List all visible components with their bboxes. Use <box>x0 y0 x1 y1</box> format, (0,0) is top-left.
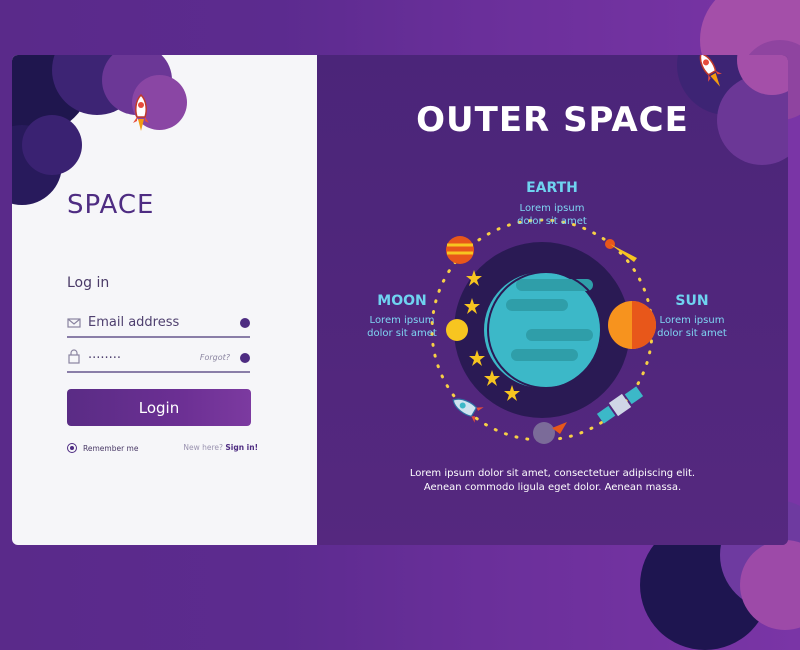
footer-line2: Aenean commodo ligula eget dolor. Aenean… <box>423 482 682 493</box>
email-check-icon <box>240 318 250 328</box>
email-field[interactable]: Email address <box>67 312 250 338</box>
sign-in-prompt: New here? Sign in! <box>183 443 258 452</box>
earth-desc-line2: dolor sit amet <box>517 216 587 227</box>
password-field[interactable]: ........ Forgot? <box>67 347 250 373</box>
space-title: OUTER SPACE <box>416 100 689 140</box>
earth-description: Lorem ipsum dolor sit amet <box>492 202 612 228</box>
login-button[interactable]: Login <box>67 389 251 426</box>
mail-icon <box>67 318 81 328</box>
moon-desc-line1: Lorem ipsum <box>369 315 435 326</box>
footer-line1: Lorem ipsum dolor sit amet, consectetuer… <box>409 468 696 479</box>
lock-icon <box>68 349 80 364</box>
earth-label: EARTH <box>526 180 578 196</box>
app-title: SPACE <box>67 190 155 220</box>
earth-desc-line1: Lorem ipsum <box>519 203 585 214</box>
space-footer-text: Lorem ipsum dolor sit amet, consectetuer… <box>317 467 788 495</box>
space-panel: OUTER SPACE EARTH Lorem ipsum dolor sit … <box>317 55 788 545</box>
moon-label: MOON <box>377 293 427 309</box>
login-panel: SPACE Log in Email address ........ Forg… <box>12 55 317 545</box>
moon-desc-line2: dolor sit amet <box>367 328 437 339</box>
login-heading: Log in <box>67 275 110 291</box>
sign-in-link[interactable]: Sign in! <box>225 443 258 452</box>
sun-desc-line2: dolor sit amet <box>657 328 727 339</box>
remember-me-toggle[interactable]: Remember me <box>67 443 138 453</box>
sun-desc-line1: Lorem ipsum <box>659 315 725 326</box>
main-card: SPACE Log in Email address ........ Forg… <box>12 55 788 545</box>
forgot-password-link[interactable]: Forgot? <box>200 353 230 362</box>
remember-me-label: Remember me <box>83 443 139 453</box>
rocket-icon <box>699 55 722 87</box>
sun-description: Lorem ipsum dolor sit amet <box>642 314 742 340</box>
sun-label: SUN <box>675 293 709 309</box>
email-field-label: Email address <box>88 315 180 330</box>
rocket-icon <box>133 93 149 131</box>
remember-radio-icon <box>67 443 77 453</box>
password-field-value: ........ <box>88 347 122 362</box>
new-here-label: New here? <box>183 443 223 452</box>
password-status-icon <box>240 353 250 363</box>
moon-description: Lorem ipsum dolor sit amet <box>352 314 452 340</box>
